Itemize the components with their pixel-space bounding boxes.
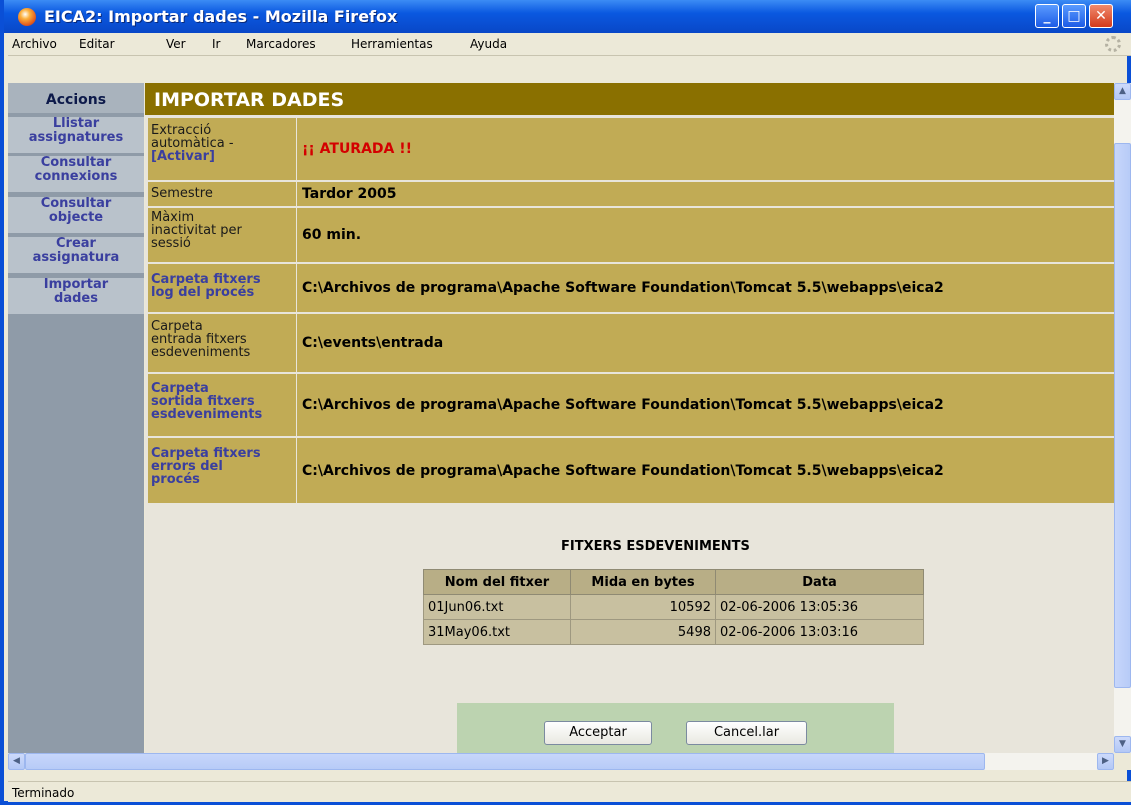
sidebar-item-label: Importar	[43, 277, 109, 292]
sidebar-item-label: dades	[54, 291, 98, 306]
sidebar-item-consultar-connexions[interactable]: Consultar connexions	[8, 156, 144, 192]
sidebar-item-label: assignatura	[32, 250, 120, 265]
sidebar-item-label: connexions	[34, 169, 118, 184]
column-header: Data	[715, 569, 924, 595]
sidebar-item-consultar-objecte[interactable]: Consultar objecte	[8, 197, 144, 233]
browser-window: EICA2: Importar dades - Mozilla Firefox …	[0, 0, 1131, 805]
maximize-button[interactable]: □	[1062, 4, 1086, 28]
sidebar-item-importar-dades[interactable]: Importar dades	[8, 278, 144, 314]
file-name-cell: 31May06.txt	[423, 619, 571, 645]
minimize-icon: _	[1043, 8, 1051, 24]
setting-label[interactable]: Carpeta fitxers log del procés	[148, 264, 297, 312]
title-bar[interactable]: EICA2: Importar dades - Mozilla Firefox …	[4, 0, 1131, 33]
minimize-button[interactable]: _	[1035, 4, 1059, 28]
form-buttons-panel: Acceptar Cancel.lar	[457, 703, 894, 753]
log-folder-value: C:\Archivos de programa\Apache Software …	[302, 280, 944, 296]
setting-label: Màxim inactivitat per sessió	[148, 208, 297, 262]
setting-row-sortida: Carpeta sortida fitxers esdeveniments C:…	[148, 374, 1114, 436]
setting-row-entrada: Carpeta entrada fitxers esdeveniments C:…	[148, 314, 1114, 372]
scroll-down-icon[interactable]: ▼	[1114, 736, 1131, 753]
setting-row-semestre: Semestre Tardor 2005	[148, 182, 1114, 206]
inactivitat-value: 60 min.	[302, 227, 362, 243]
main-content: IMPORTAR DADES Extracció automàtica - [A…	[145, 83, 1114, 753]
setting-label: Semestre	[148, 182, 297, 206]
sidebar-item-crear-assignatura[interactable]: Crear assignatura	[8, 237, 144, 273]
setting-label: Extracció automàtica - [Activar]	[148, 118, 297, 180]
label-line: sessió	[151, 236, 191, 251]
files-table: Nom del fitxer Mida en bytes Data 01Jun0…	[423, 569, 924, 645]
semestre-value: Tardor 2005	[302, 186, 397, 202]
sidebar-item-label: Consultar	[40, 155, 112, 170]
close-icon: ✕	[1095, 8, 1107, 24]
horizontal-scrollbar[interactable]: ◀ ▶	[8, 753, 1114, 770]
file-date-cell: 02-06-2006 13:05:36	[715, 594, 924, 620]
scroll-left-icon[interactable]: ◀	[8, 753, 25, 770]
close-button[interactable]: ✕	[1089, 4, 1113, 28]
throbber-icon	[1105, 36, 1121, 52]
scroll-right-icon[interactable]: ▶	[1097, 753, 1114, 770]
sidebar-item-label: Crear	[56, 236, 96, 251]
table-row: 01Jun06.txt 10592 02-06-2006 13:05:36	[423, 594, 924, 620]
setting-row-errors: Carpeta fitxers errors del procés C:\Arc…	[148, 438, 1114, 503]
page-title: IMPORTAR DADES	[145, 83, 1114, 115]
vertical-scrollbar[interactable]: ▲ ▼	[1114, 83, 1131, 753]
sidebar-item-llistar-assignatures[interactable]: Llistar assignatures	[8, 117, 144, 153]
menu-marcadores[interactable]: Marcadores	[246, 37, 316, 51]
scrollbar-corner	[1114, 753, 1131, 770]
setting-row-extraccio: Extracció automàtica - [Activar] ¡¡ ATUR…	[148, 118, 1114, 180]
menu-archivo[interactable]: Archivo	[12, 37, 57, 51]
column-header: Mida en bytes	[570, 569, 716, 595]
setting-label[interactable]: Carpeta fitxers errors del procés	[148, 438, 297, 503]
cancel-button[interactable]: Cancel.lar	[686, 721, 807, 745]
accept-button[interactable]: Acceptar	[544, 721, 652, 745]
label-line: esdeveniments	[151, 345, 251, 360]
setting-row-inactivitat: Màxim inactivitat per sessió 60 min.	[148, 208, 1114, 262]
entrada-folder-value: C:\events\entrada	[302, 335, 444, 351]
label-line: procés	[151, 472, 200, 487]
setting-label: Carpeta entrada fitxers esdeveniments	[148, 314, 297, 372]
setting-label[interactable]: Carpeta sortida fitxers esdeveniments	[148, 374, 297, 436]
horizontal-scroll-thumb[interactable]	[25, 753, 985, 770]
firefox-icon	[18, 8, 36, 26]
menu-herramientas[interactable]: Herramientas	[351, 37, 433, 51]
sidebar-title: Accions	[8, 83, 144, 113]
page-viewport: Accions Llistar assignatures Consultar c…	[8, 83, 1114, 753]
vertical-scroll-thumb[interactable]	[1114, 143, 1131, 688]
extraction-status: ¡¡ ATURADA !!	[302, 141, 413, 157]
menu-ver[interactable]: Ver	[166, 37, 186, 51]
column-header: Nom del fitxer	[423, 569, 571, 595]
status-bar: Terminado	[8, 781, 1131, 802]
table-header-row: Nom del fitxer Mida en bytes Data	[423, 569, 924, 595]
table-row: 31May06.txt 5498 02-06-2006 13:03:16	[423, 619, 924, 645]
menu-ayuda[interactable]: Ayuda	[470, 37, 507, 51]
sidebar-item-label: assignatures	[28, 130, 124, 145]
label-line: Semestre	[151, 186, 213, 201]
label-line: log del procés	[151, 285, 255, 300]
sidebar-item-label: Llistar	[52, 116, 100, 131]
maximize-icon: □	[1067, 8, 1081, 24]
sortida-folder-value: C:\Archivos de programa\Apache Software …	[302, 397, 944, 413]
label-line: esdeveniments	[151, 407, 263, 422]
setting-row-log: Carpeta fitxers log del procés C:\Archiv…	[148, 264, 1114, 312]
file-size-cell: 5498	[570, 619, 716, 645]
menu-editar[interactable]: Editar	[79, 37, 115, 51]
menu-ir[interactable]: Ir	[212, 37, 220, 51]
files-table-title: FITXERS ESDEVENIMENTS	[561, 539, 750, 554]
sidebar-item-label: objecte	[48, 210, 104, 225]
activar-link[interactable]: [Activar]	[151, 150, 293, 163]
menu-bar: Archivo Editar Ver Ir Marcadores Herrami…	[8, 33, 1131, 56]
file-date-cell: 02-06-2006 13:03:16	[715, 619, 924, 645]
errors-folder-value: C:\Archivos de programa\Apache Software …	[302, 462, 944, 479]
status-text: Terminado	[12, 786, 75, 800]
sidebar: Accions Llistar assignatures Consultar c…	[8, 83, 144, 753]
file-size-cell: 10592	[570, 594, 716, 620]
scroll-up-icon[interactable]: ▲	[1114, 83, 1131, 100]
sidebar-item-label: Consultar	[40, 196, 112, 211]
window-title: EICA2: Importar dades - Mozilla Firefox	[44, 7, 398, 26]
file-name-cell: 01Jun06.txt	[423, 594, 571, 620]
